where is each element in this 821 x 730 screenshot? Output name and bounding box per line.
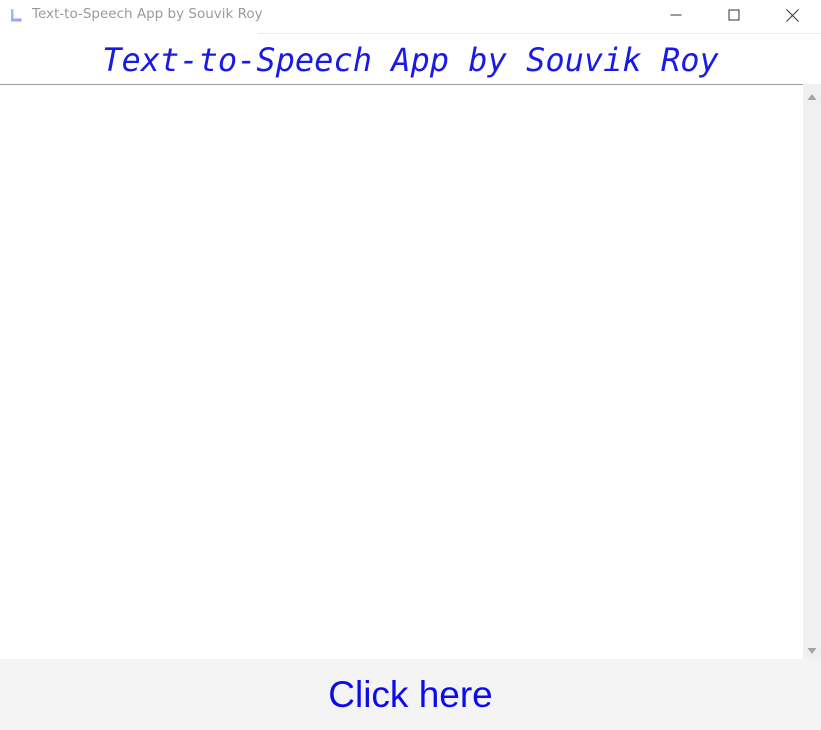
title-bar-divider bbox=[258, 33, 821, 34]
minimize-icon bbox=[670, 9, 682, 21]
title-bar[interactable]: Text-to-Speech App by Souvik Roy bbox=[0, 0, 821, 32]
speech-text-input[interactable] bbox=[0, 85, 803, 659]
text-input-scrollbar[interactable] bbox=[803, 84, 821, 659]
close-icon bbox=[785, 8, 799, 22]
scroll-up-button[interactable] bbox=[803, 86, 821, 104]
maximize-icon bbox=[728, 9, 740, 21]
click-here-button[interactable]: Click here bbox=[0, 659, 821, 730]
maximize-button[interactable] bbox=[705, 0, 763, 30]
minimize-button[interactable] bbox=[647, 0, 705, 30]
app-heading: Text-to-Speech App by Souvik Roy bbox=[102, 41, 719, 79]
app-window: Text-to-Speech App by Souvik Roy Text-to… bbox=[0, 0, 821, 730]
close-button[interactable] bbox=[763, 0, 821, 30]
scroll-down-arrow-icon bbox=[807, 640, 817, 659]
scroll-up-arrow-icon bbox=[807, 86, 817, 105]
scroll-down-button[interactable] bbox=[803, 640, 821, 658]
window-title: Text-to-Speech App by Souvik Roy bbox=[32, 6, 263, 22]
app-logo-icon bbox=[9, 8, 23, 23]
